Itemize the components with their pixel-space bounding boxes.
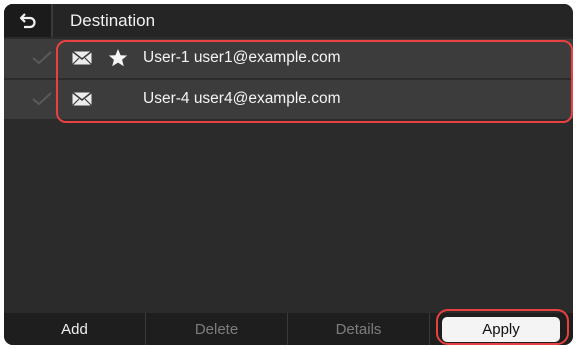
star-icon — [108, 49, 128, 67]
checkmark-icon — [32, 51, 52, 65]
destination-list: User-1 user1@example.com User-4 user4@ex… — [4, 39, 573, 121]
destination-label: User-1 user1@example.com — [143, 49, 341, 66]
list-empty-area — [4, 138, 573, 312]
destination-screen: Destination User-1 user1@example.com Use… — [4, 4, 573, 345]
destination-label: User-4 user4@example.com — [143, 90, 341, 107]
back-arrow-icon — [19, 12, 36, 28]
checkmark-icon — [32, 92, 52, 106]
apply-button-cell: Apply — [430, 313, 572, 345]
apply-button[interactable]: Apply — [442, 316, 560, 342]
back-button[interactable] — [4, 4, 51, 37]
page-title: Destination — [70, 11, 156, 30]
email-icon — [72, 51, 92, 65]
add-button[interactable]: Add — [4, 313, 146, 345]
details-button[interactable]: Details — [288, 313, 430, 345]
bottom-toolbar: Add Delete Details Apply — [4, 313, 573, 345]
list-item[interactable]: User-1 user1@example.com — [4, 39, 573, 78]
header-divider — [51, 4, 53, 37]
delete-button[interactable]: Delete — [146, 313, 288, 345]
header-bar: Destination — [4, 4, 573, 37]
email-icon — [72, 92, 92, 106]
list-item[interactable]: User-4 user4@example.com — [4, 80, 573, 119]
